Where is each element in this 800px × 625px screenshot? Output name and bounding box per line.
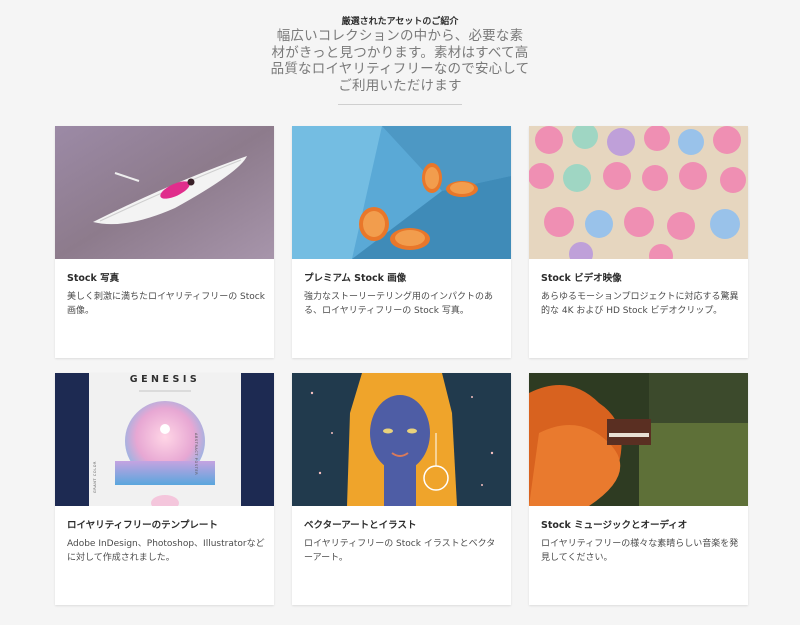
card-description: 美しく刺激に満ちたロイヤリティフリーの Stock 画像。 (67, 292, 265, 316)
genesis-poster-icon: GENESIS ABSTRACT POSTER GRANT COLOR (55, 373, 274, 506)
section-headline: 幅広いコレクションの中から、必要な素材がきっと見つかります。素材はすべて高品質な… (270, 28, 530, 94)
piano-smoke-photo-icon (529, 373, 748, 506)
boat-photo-icon (55, 126, 274, 259)
card-description: あらゆるモーションプロジェクトに対応する驚異的な 4K および HD Stock… (541, 292, 739, 316)
card-title: Stock ビデオ映像 (541, 273, 622, 284)
poster-title: GENESIS (129, 374, 201, 385)
card-stock-video[interactable]: Stock ビデオ映像 あらゆるモーションプロジェクトに対応する驚異的な 4K … (529, 126, 748, 358)
poster-side-label-2: GRANT COLOR (93, 460, 97, 493)
card-vector-art[interactable]: ベクターアートとイラスト ロイヤリティフリーの Stock イラストとベクターア… (292, 373, 511, 605)
header-divider (338, 104, 462, 105)
card-description: ロイヤリティフリーの様々な素晴らしい音楽を発見してください。 (541, 539, 739, 563)
portrait-illustration-icon (292, 373, 511, 506)
oranges-photo-icon (292, 126, 511, 259)
section-eyebrow: 厳選されたアセットのご紹介 (341, 17, 459, 27)
card-stock-music[interactable]: Stock ミュージックとオーディオ ロイヤリティフリーの様々な素晴らしい音楽を… (529, 373, 748, 605)
card-title: Stock 写真 (67, 273, 120, 284)
card-title: ロイヤリティフリーのテンプレート (67, 520, 218, 531)
poster-side-label: ABSTRACT POSTER (194, 433, 198, 476)
card-templates[interactable]: GENESIS ABSTRACT POSTER GRANT COLOR ロイヤリ… (55, 373, 274, 605)
card-title: Stock ミュージックとオーディオ (541, 520, 688, 531)
card-description: Adobe InDesign、Photoshop、Illustratorなどに対… (67, 539, 265, 563)
card-title: ベクターアートとイラスト (304, 520, 417, 531)
card-stock-photo[interactable]: Stock 写真 美しく刺激に満ちたロイヤリティフリーの Stock 画像。 (55, 126, 274, 358)
card-description: ロイヤリティフリーの Stock イラストとベクターアート。 (304, 539, 496, 563)
umbrellas-photo-icon (529, 126, 748, 259)
card-title: プレミアム Stock 画像 (304, 273, 407, 284)
card-premium-stock[interactable]: プレミアム Stock 画像 強力なストーリーテリング用のインパクトのある、ロイ… (292, 126, 511, 358)
card-description: 強力なストーリーテリング用のインパクトのある、ロイヤリティフリーの Stock … (304, 292, 494, 316)
